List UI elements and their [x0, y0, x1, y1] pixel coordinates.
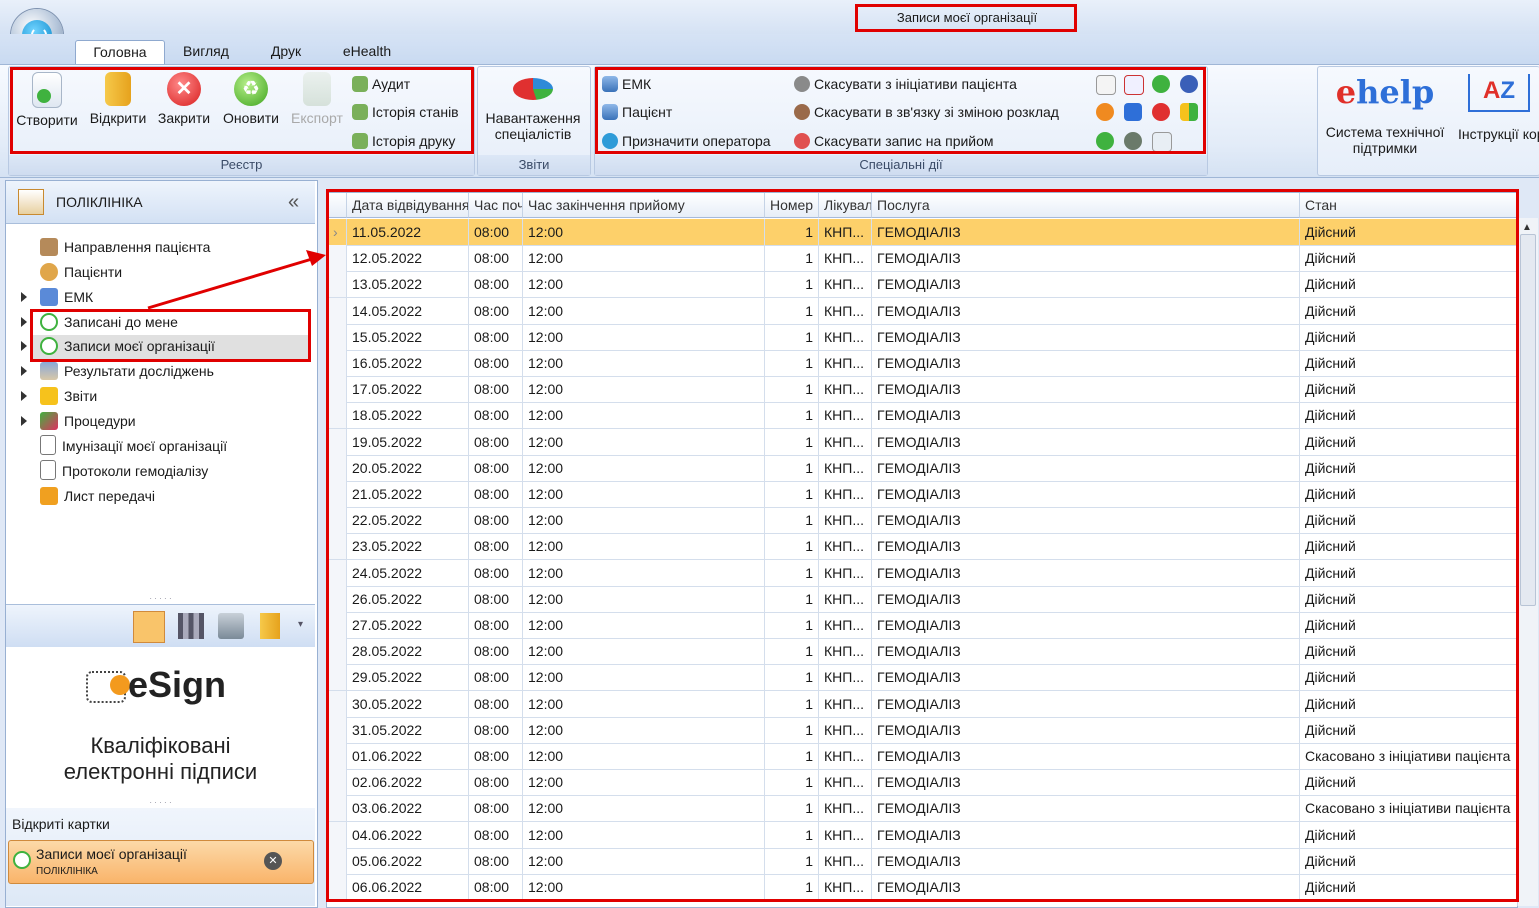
annotation-arrow: [147, 250, 326, 310]
